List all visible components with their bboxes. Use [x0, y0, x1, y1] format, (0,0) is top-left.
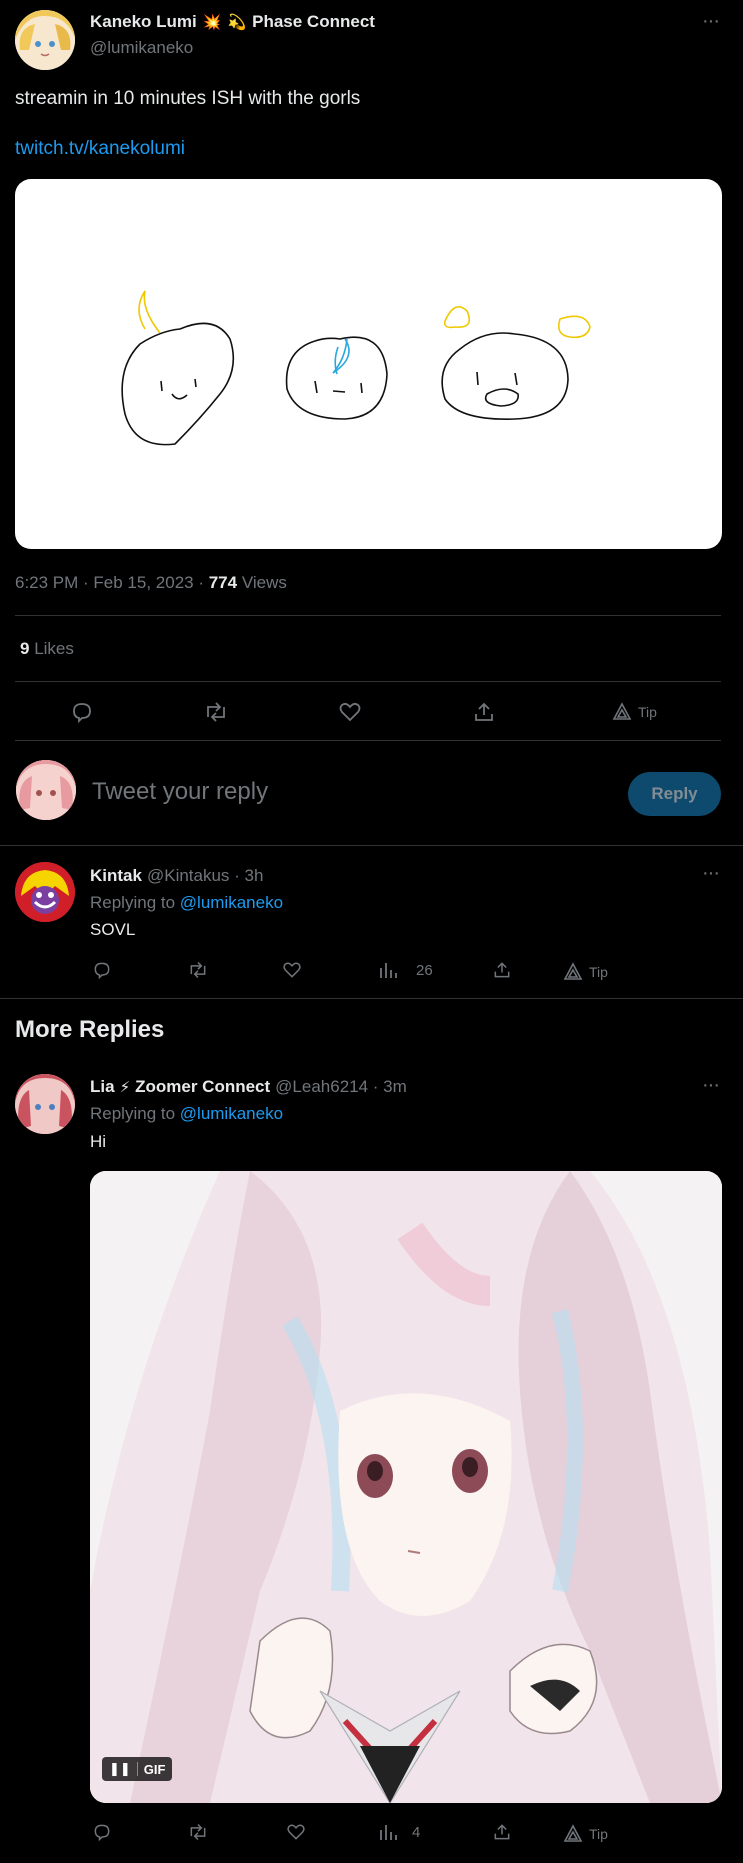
main-author-avatar[interactable] — [15, 10, 75, 70]
tweet-timestamp[interactable]: 6:23 PM · Feb 15, 2023 · — [15, 573, 209, 592]
reply1-avatar[interactable] — [15, 862, 75, 922]
reply2-author-name[interactable]: Lia — [90, 1077, 115, 1097]
reply2-tip-button[interactable]: Tip — [563, 1824, 608, 1844]
reply1-author-name[interactable]: Kintak — [90, 866, 142, 886]
share-icon — [494, 962, 510, 978]
reply1-text: SOVL — [90, 920, 136, 939]
pause-icon[interactable]: ❚❚ — [109, 1761, 131, 1777]
share-icon — [475, 702, 493, 721]
likes-stat[interactable]: 9 Likes — [20, 639, 74, 659]
heart-icon — [283, 962, 301, 978]
explosion-icon: 💥 — [202, 14, 222, 31]
reply1-tip-button[interactable]: Tip — [563, 962, 608, 982]
like-button[interactable] — [338, 700, 362, 724]
reply2-reply-button[interactable] — [92, 1822, 112, 1842]
gif-badge[interactable]: ❚❚ GIF — [102, 1757, 173, 1781]
heart-icon — [339, 702, 361, 722]
tip-button[interactable]: Tip — [612, 702, 657, 722]
reply-icon — [73, 703, 91, 724]
dizzy-icon: 💫 — [227, 14, 247, 31]
reply1-more-options-icon[interactable]: ··· — [702, 862, 720, 885]
main-author-handle[interactable]: @lumikaneko — [90, 38, 193, 58]
reply2-views-button[interactable]: 4 — [378, 1822, 420, 1842]
main-tweet-link[interactable]: twitch.tv/kanekolumi — [15, 138, 185, 160]
more-replies-heading: More Replies — [15, 1016, 165, 1043]
reply2-like-button[interactable] — [286, 1822, 306, 1842]
reply-submit-button[interactable]: Reply — [628, 772, 721, 816]
reply2-gif-image[interactable]: ❚❚ GIF — [90, 1171, 722, 1803]
reply1-like-button[interactable] — [282, 960, 302, 980]
reply1-handle-time[interactable]: @Kintakus · 3h — [147, 866, 263, 886]
main-tweet-image[interactable] — [15, 179, 722, 549]
main-author-affiliation[interactable]: Phase Connect — [252, 12, 375, 32]
reply2-text: Hi — [90, 1132, 107, 1151]
main-author-name[interactable]: Kaneko Lumi — [90, 12, 197, 32]
tip-label: Tip — [638, 704, 657, 720]
reply1-views: 26 — [416, 961, 433, 979]
reply2-tip-label: Tip — [589, 1826, 608, 1842]
reply-icon — [94, 1824, 110, 1842]
reply1-reply-button[interactable] — [92, 960, 112, 980]
reply1-tip-label: Tip — [589, 964, 608, 980]
retweet-icon — [190, 1823, 206, 1841]
share-icon — [494, 1824, 510, 1840]
reply1-retweet-button[interactable] — [187, 960, 209, 980]
retweet-button[interactable] — [203, 700, 229, 724]
analytics-icon — [380, 1825, 397, 1840]
views-label: Views — [237, 573, 287, 592]
more-options-icon[interactable]: ··· — [702, 10, 720, 33]
analytics-icon — [380, 963, 397, 978]
reply2-views: 4 — [412, 1823, 421, 1841]
reply1-share-button[interactable] — [492, 960, 512, 980]
reply2-author-affiliation[interactable]: Zoomer Connect — [135, 1077, 270, 1097]
reply2-share-button[interactable] — [492, 1822, 512, 1842]
reply-icon — [94, 962, 110, 980]
tip-icon — [563, 962, 583, 980]
tip-icon — [612, 702, 632, 720]
share-button[interactable] — [472, 700, 496, 724]
gif-label: GIF — [143, 1761, 166, 1777]
likes-label: Likes — [29, 639, 74, 658]
heart-icon — [287, 1824, 305, 1840]
reply2-more-options-icon[interactable]: ··· — [702, 1074, 720, 1097]
reply2-avatar[interactable] — [15, 1074, 75, 1134]
reply2-replying-to[interactable]: @lumikaneko — [180, 1104, 283, 1123]
reply-input[interactable]: Tweet your reply — [92, 778, 268, 806]
my-avatar[interactable] — [16, 760, 76, 820]
reply2-handle-time[interactable]: @Leah6214 · 3m — [275, 1077, 407, 1097]
retweet-icon — [190, 961, 206, 979]
reply-submit-label: Reply — [651, 784, 698, 803]
lightning-icon: ⚡ — [119, 1079, 131, 1096]
views-count: 774 — [208, 573, 238, 592]
reply2-replying-prefix: Replying to — [90, 1104, 180, 1123]
reply1-views-button[interactable]: 26 — [378, 960, 433, 980]
reply2-retweet-button[interactable] — [187, 1822, 209, 1842]
retweet-icon — [207, 702, 225, 722]
reply-button[interactable] — [70, 700, 94, 724]
main-tweet-text: streamin in 10 minutes ISH with the gorl… — [15, 88, 361, 109]
reply1-replying-prefix: Replying to — [90, 893, 180, 912]
reply1-replying-to[interactable]: @lumikaneko — [180, 893, 283, 912]
tip-icon — [563, 1824, 583, 1842]
